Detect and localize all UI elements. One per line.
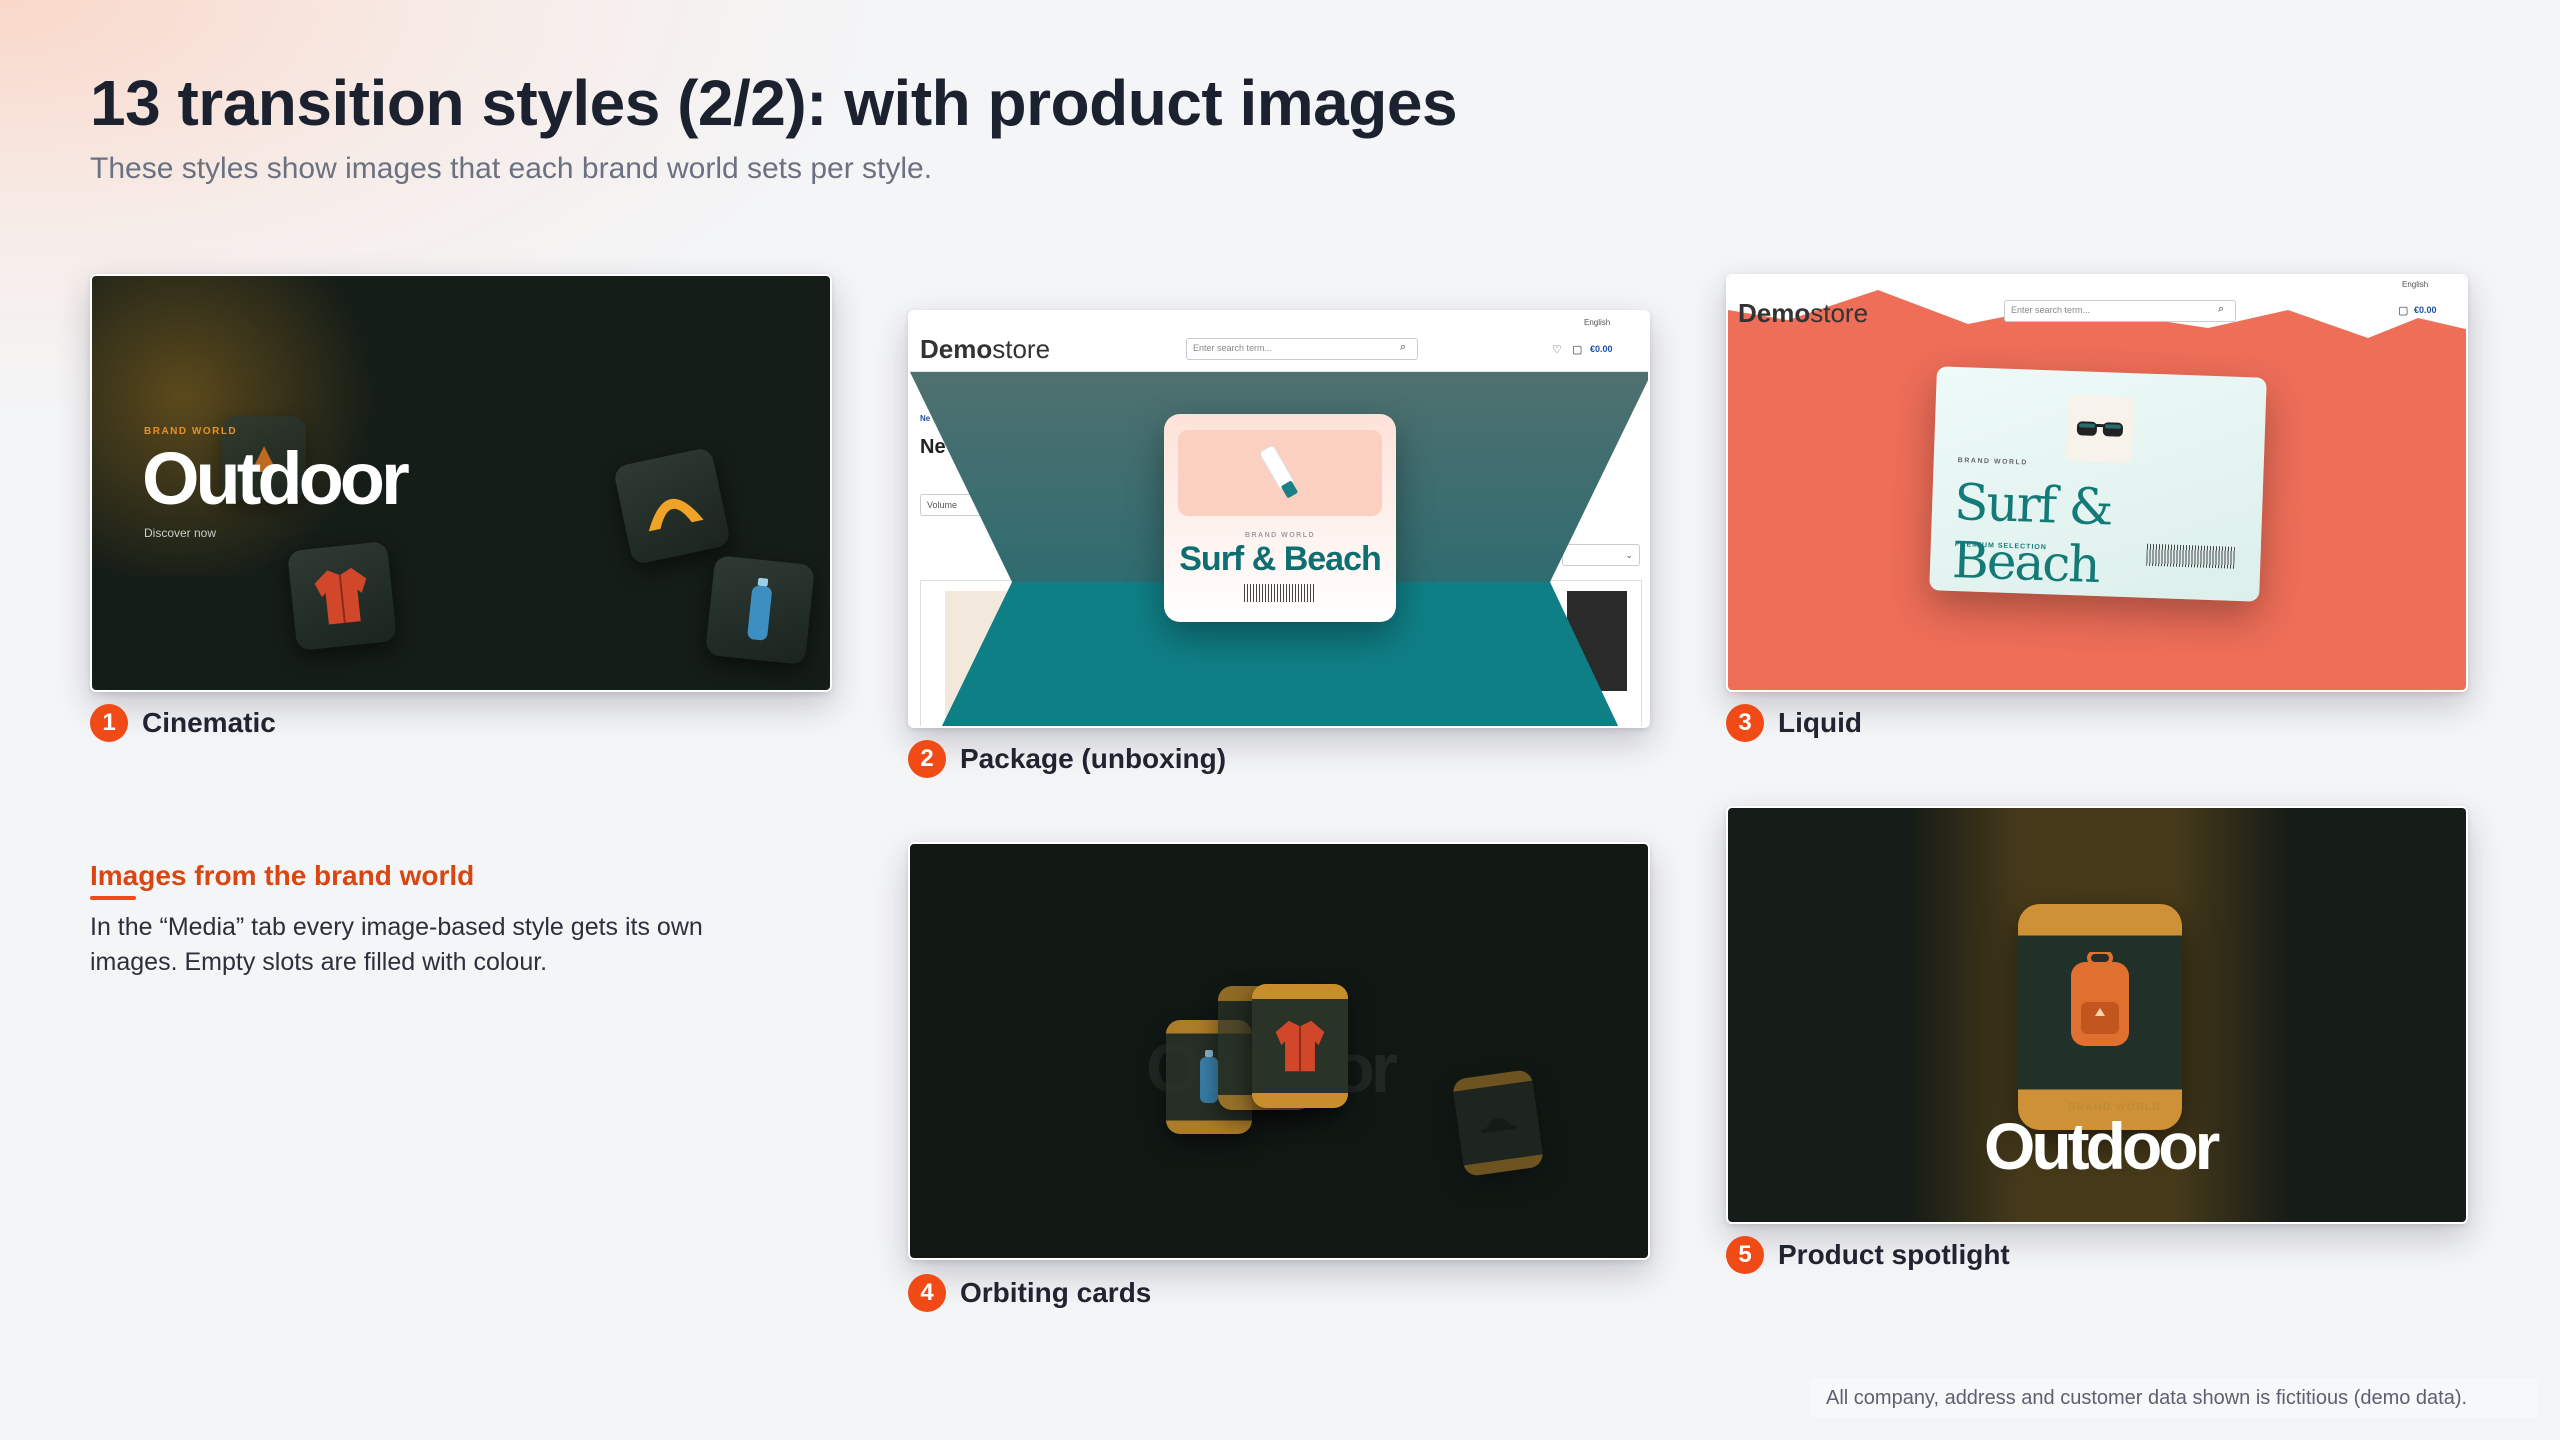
demo-data-disclaimer: All company, address and customer data s… — [1810, 1378, 2538, 1418]
search-input[interactable]: Enter search term... — [2004, 300, 2236, 322]
tent-icon — [648, 499, 704, 532]
jacket-orbit-card — [1252, 984, 1348, 1108]
caption-label: Orbiting cards — [960, 1277, 1152, 1308]
cart-icon[interactable]: ▢ — [2398, 304, 2408, 317]
world-name: Surf & Beach — [1951, 473, 2113, 595]
wishlist-icon[interactable]: ♡ — [1552, 343, 1562, 356]
world-name: Outdoor — [1984, 1109, 2220, 1183]
preview-package[interactable]: Demostore English Enter search term... ⌕… — [908, 310, 1650, 728]
barcode-graphic — [1244, 584, 1316, 602]
preview-product-spotlight[interactable]: BRAND WORLD Outdoor — [1726, 806, 2468, 1224]
caption-label: Product spotlight — [1778, 1239, 2010, 1270]
search-icon[interactable]: ⌕ — [1400, 341, 1406, 354]
step-number-badge: 4 — [908, 1274, 946, 1312]
caption-label: Cinematic — [142, 707, 276, 738]
preview-orbiting-cards[interactable]: Outdoor — [908, 842, 1650, 1260]
jacket-tile — [287, 541, 397, 651]
world-name: Outdoor — [142, 437, 410, 520]
caption-liquid: 3 Liquid — [1726, 704, 1862, 742]
step-number-badge: 5 — [1726, 1236, 1764, 1274]
barcode-graphic — [2146, 543, 2235, 569]
shop-logo[interactable]: Demostore — [1738, 298, 1868, 329]
cart-icon[interactable]: ▢ — [1572, 343, 1582, 356]
world-name: Surf & Beach — [1179, 540, 1382, 578]
product-image-frame — [1178, 430, 1382, 516]
step-number-badge: 2 — [908, 740, 946, 778]
bottle-icon — [1200, 1050, 1218, 1103]
sunscreen-icon — [1260, 445, 1298, 498]
preview-liquid[interactable]: Demostore English Enter search term... ⌕… — [1726, 274, 2468, 692]
language-switcher[interactable]: English — [2402, 280, 2428, 289]
page-subtitle: These styles show images that each brand… — [90, 152, 933, 185]
sunglasses-icon — [2076, 421, 2123, 437]
brand-world-label: BRAND WORLD — [1244, 532, 1316, 539]
preview-cinematic[interactable]: ▲ BRAND WORLD Outdoor Discover now — [90, 274, 832, 692]
caption-label: Liquid — [1778, 707, 1862, 738]
liquid-brand-card: BRAND WORLD Surf & Beach PREMIUM SELECTI… — [1929, 366, 2267, 602]
caption-cinematic: 1 Cinematic — [90, 704, 276, 742]
caption-package: 2 Package (unboxing) — [908, 740, 1226, 778]
cap-icon — [1480, 1118, 1517, 1134]
page-title: 13 transition styles (2/2): with product… — [90, 67, 1458, 139]
caption-orbiting-cards: 4 Orbiting cards — [908, 1274, 1151, 1312]
tent-tile — [612, 446, 732, 566]
jacket-icon — [1275, 1020, 1325, 1072]
jacket-icon — [314, 567, 367, 625]
cart-total[interactable]: €0.00 — [2414, 305, 2437, 315]
info-heading: Images from the brand world — [90, 860, 475, 891]
search-icon[interactable]: ⌕ — [2218, 303, 2224, 316]
cap-orbit-card — [1451, 1068, 1545, 1178]
step-number-badge: 1 — [90, 704, 128, 742]
cart-total[interactable]: €0.00 — [1590, 344, 1613, 354]
shop-header: Demostore English Enter search term... ⌕… — [910, 312, 1648, 372]
language-switcher[interactable]: English — [1584, 318, 1610, 327]
step-number-badge: 3 — [1726, 704, 1764, 742]
info-underline — [90, 896, 136, 900]
info-text: In the “Media” tab every image-based sty… — [90, 913, 703, 976]
discover-link[interactable]: Discover now — [144, 526, 216, 540]
shop-logo[interactable]: Demostore — [920, 334, 1050, 365]
bottle-icon — [747, 577, 772, 641]
spotlight-product-card — [2018, 904, 2182, 1130]
unboxing-package-card: BRAND WORLD Surf & Beach — [1164, 414, 1396, 622]
caption-product-spotlight: 5 Product spotlight — [1726, 1236, 2010, 1274]
backpack-icon — [2071, 952, 2129, 1046]
bottle-tile — [705, 555, 815, 665]
caption-label: Package (unboxing) — [960, 743, 1227, 774]
brand-world-label: BRAND WORLD — [1957, 457, 2028, 467]
product-image-frame — [2065, 394, 2135, 464]
search-input[interactable]: Enter search term... — [1186, 338, 1418, 360]
